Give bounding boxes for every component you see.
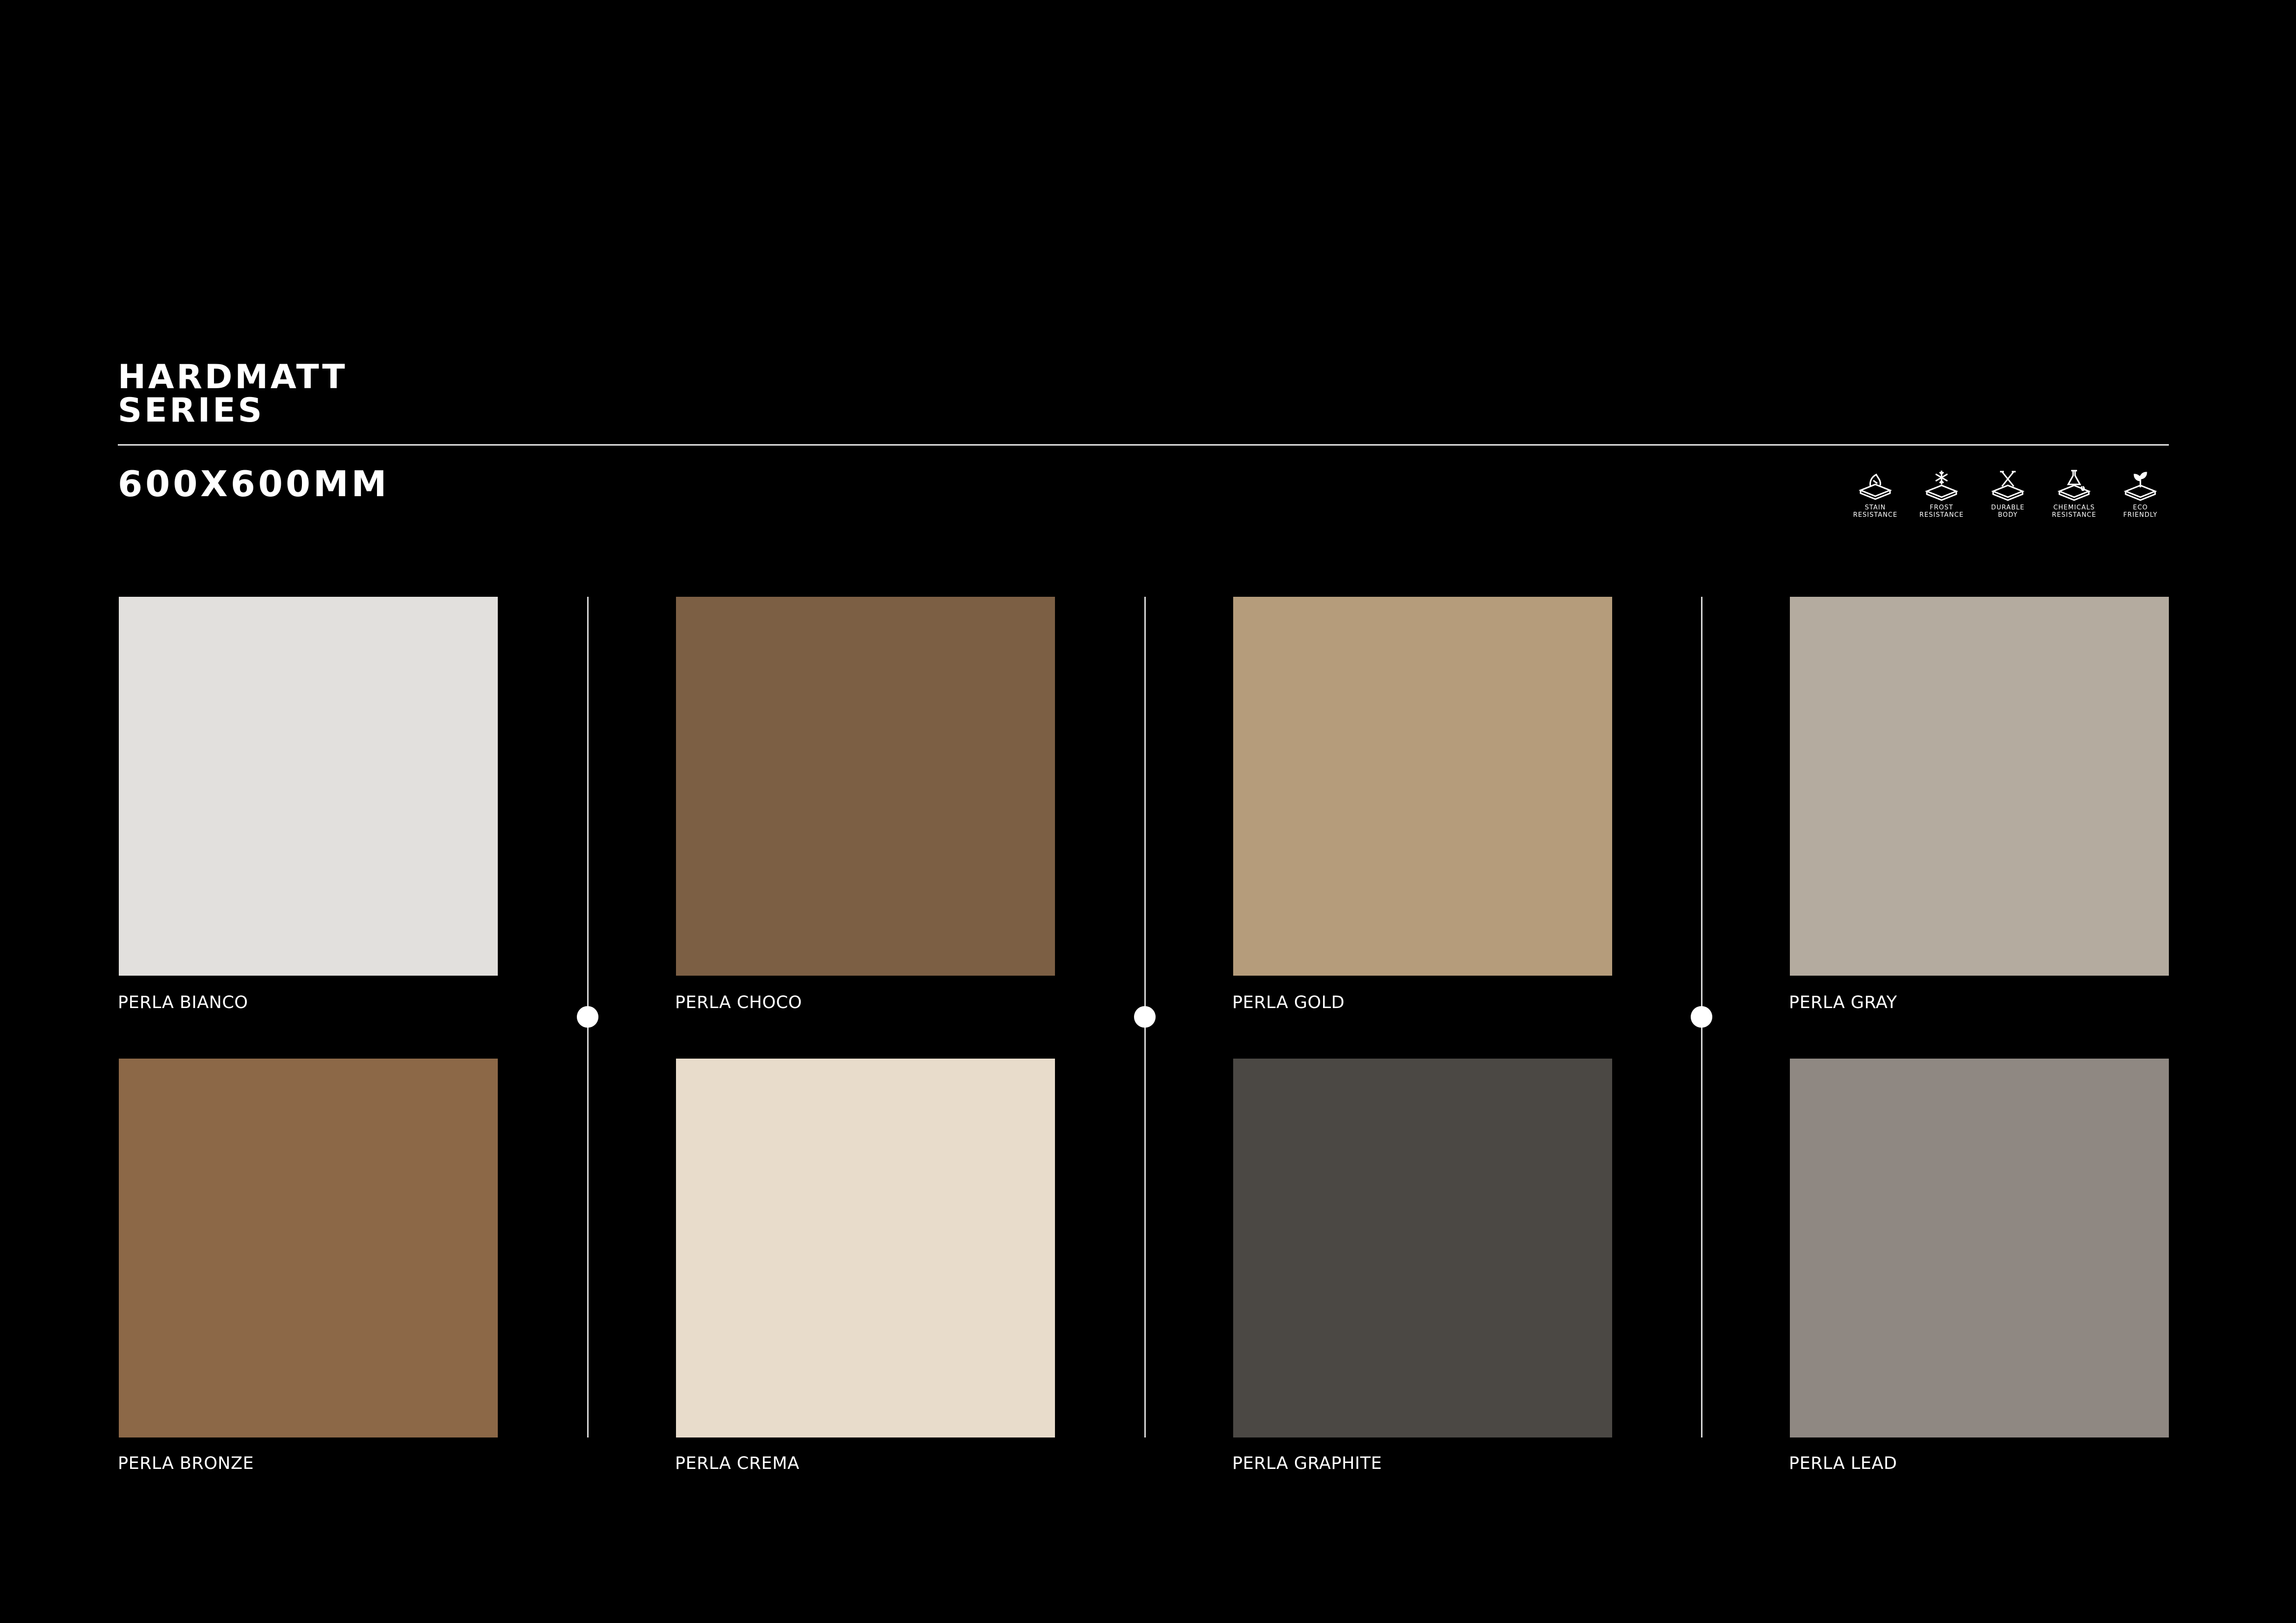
tile-swatch-perla-gray[interactable] bbox=[1790, 597, 2169, 976]
feature-durable-body: DURABLE BODY bbox=[1978, 469, 2037, 528]
durable-body-icon bbox=[1991, 471, 2025, 501]
catalog-page: HARDMATT SERIES 600X600MM STAIN RESISTAN… bbox=[0, 0, 2296, 1623]
feature-chemicals-resistance: CHEMICALS RESISTANCE bbox=[2045, 469, 2104, 528]
feature-frost-resistance: FROST RESISTANCE bbox=[1912, 469, 1971, 528]
divider-dot bbox=[577, 1006, 598, 1028]
feature-label: DURABLE BODY bbox=[1991, 504, 2025, 519]
series-title-line2: SERIES bbox=[118, 391, 265, 430]
tile-label-perla-lead: PERLA LEAD bbox=[1789, 1454, 1897, 1473]
tile-swatch-perla-bronze[interactable] bbox=[119, 1059, 498, 1437]
chemicals-resistance-icon bbox=[2057, 470, 2091, 501]
frost-resistance-icon bbox=[1924, 471, 1959, 501]
tile-swatch-perla-crema[interactable] bbox=[676, 1059, 1055, 1437]
tile-swatch-perla-graphite[interactable] bbox=[1233, 1059, 1612, 1437]
feature-label: ECO FRIENDLY bbox=[2123, 504, 2158, 519]
feature-label: FROST RESISTANCE bbox=[1919, 504, 1964, 519]
tile-swatch-perla-gold[interactable] bbox=[1233, 597, 1612, 976]
feature-eco-friendly: ECO FRIENDLY bbox=[2111, 469, 2170, 528]
eco-friendly-icon bbox=[2123, 472, 2158, 501]
divider-dot bbox=[1134, 1006, 1156, 1028]
tile-label-perla-bianco: PERLA BIANCO bbox=[118, 993, 248, 1012]
tile-label-perla-gold: PERLA GOLD bbox=[1232, 993, 1345, 1012]
tile-label-perla-graphite: PERLA GRAPHITE bbox=[1232, 1454, 1382, 1473]
series-title-line1: HARDMATT bbox=[118, 358, 348, 397]
tile-label-perla-bronze: PERLA BRONZE bbox=[118, 1454, 254, 1473]
tile-label-perla-gray: PERLA GRAY bbox=[1789, 993, 1897, 1012]
tile-label-perla-crema: PERLA CREMA bbox=[675, 1454, 800, 1473]
tile-label-perla-choco: PERLA CHOCO bbox=[675, 993, 802, 1012]
divider-dot bbox=[1691, 1006, 1712, 1028]
stain-resistance-icon bbox=[1858, 473, 1892, 500]
series-title: HARDMATT SERIES bbox=[118, 361, 348, 427]
tile-swatch-perla-choco[interactable] bbox=[676, 597, 1055, 976]
tile-swatch-perla-lead[interactable] bbox=[1790, 1059, 2169, 1437]
feature-icons: STAIN RESISTANCE FROST RESISTANCE DURABL… bbox=[1846, 469, 2170, 528]
feature-stain-resistance: STAIN RESISTANCE bbox=[1846, 469, 1905, 528]
tile-size-label: 600X600MM bbox=[118, 463, 390, 505]
header-divider bbox=[118, 444, 2169, 446]
tile-swatch-perla-bianco[interactable] bbox=[119, 597, 498, 976]
feature-label: CHEMICALS RESISTANCE bbox=[2052, 504, 2097, 519]
feature-label: STAIN RESISTANCE bbox=[1853, 504, 1898, 519]
